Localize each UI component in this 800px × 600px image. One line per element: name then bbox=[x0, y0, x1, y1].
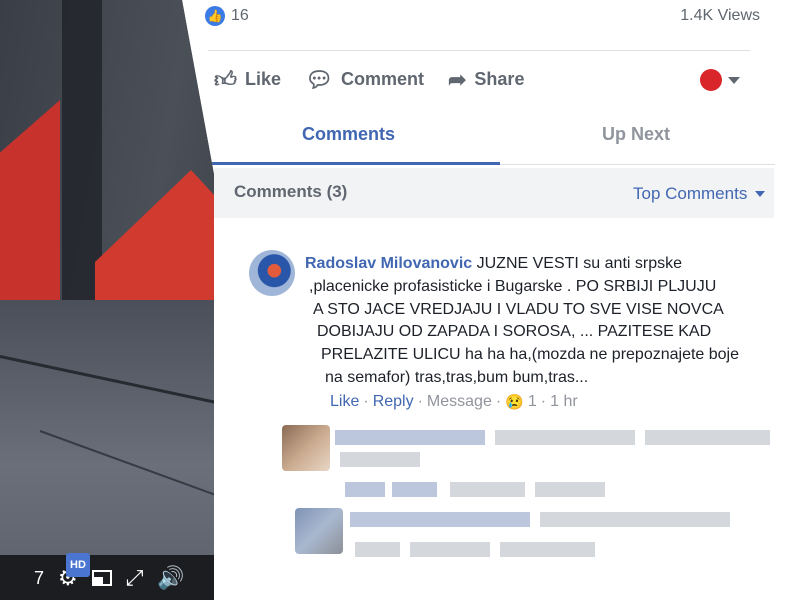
like-label: Like bbox=[245, 69, 282, 89]
comment-line: DOBIJAJU OD ZAPADA I SOROSA, ... PAZITES… bbox=[317, 323, 712, 340]
comment-line: A STO JACE VREDJAJU I VLADU TO SVE VISE … bbox=[313, 301, 724, 318]
comments-count: Comments (3) bbox=[234, 182, 348, 201]
comment-line: na semafor) tras,tras,bum bum,tras... bbox=[325, 369, 589, 386]
chevron-down-icon bbox=[755, 191, 766, 197]
page-selector[interactable] bbox=[700, 69, 740, 91]
blurred-text bbox=[500, 542, 595, 557]
comment-author[interactable]: Radoslav Milovanovic bbox=[305, 255, 472, 272]
blurred-text bbox=[340, 452, 420, 467]
blurred-text bbox=[355, 542, 400, 557]
separator: · bbox=[417, 393, 423, 410]
blurred-text bbox=[495, 430, 635, 445]
share-label: Share bbox=[474, 69, 525, 89]
settings-icon[interactable]: ⚙ HD bbox=[58, 552, 90, 589]
avatar[interactable] bbox=[249, 250, 295, 296]
chevron-down-icon bbox=[728, 76, 740, 84]
share-arrow-icon: ➦ bbox=[447, 66, 467, 92]
comment-label: Comment bbox=[340, 69, 424, 89]
comment-text: JUZNE VESTI su anti srpske bbox=[476, 255, 683, 272]
volume-icon[interactable]: 🔊 bbox=[157, 566, 184, 589]
avatar bbox=[282, 425, 330, 471]
blurred-text bbox=[450, 482, 525, 497]
avatar bbox=[295, 508, 343, 554]
pip-icon[interactable] bbox=[91, 569, 112, 586]
comment-like-link[interactable]: Like bbox=[330, 393, 359, 411]
comment-reply-link[interactable]: Reply bbox=[373, 393, 414, 411]
comment-time: 1 hr bbox=[550, 393, 578, 410]
action-bar: 👍︎ Like 💬︎ Comment ➦ Share bbox=[214, 66, 524, 93]
tab-up-next[interactable]: Up Next bbox=[602, 124, 670, 145]
thumbs-up-icon: 👍 bbox=[205, 6, 225, 26]
blurred-text bbox=[335, 430, 485, 445]
likes-summary[interactable]: 👍 16 bbox=[205, 6, 249, 26]
blurred-text bbox=[410, 542, 490, 557]
thumbs-up-icon: 👍︎ bbox=[214, 67, 237, 92]
separator: · bbox=[495, 393, 502, 410]
active-tab-indicator bbox=[212, 162, 500, 165]
blurred-text bbox=[350, 512, 530, 527]
blurred-text bbox=[535, 482, 605, 497]
comment-button[interactable]: 💬︎ Comment bbox=[305, 67, 424, 93]
progress-icon: 7 bbox=[34, 567, 45, 588]
speech-bubble-icon: 💬︎ bbox=[305, 66, 333, 92]
hd-badge: HD bbox=[66, 552, 90, 577]
sort-dropdown[interactable]: Top Comments bbox=[633, 184, 766, 204]
blurred-text bbox=[345, 482, 385, 497]
like-button[interactable]: 👍︎ Like bbox=[214, 66, 281, 93]
comment-line: ,placenicke profasisticke i Bugarske . P… bbox=[309, 278, 717, 295]
tab-bar: Comments Up Next bbox=[212, 112, 775, 166]
tab-comments[interactable]: Comments bbox=[302, 124, 395, 145]
sad-reaction-icon[interactable]: 😢 bbox=[505, 393, 524, 411]
reaction-count: 1 bbox=[527, 393, 537, 410]
blurred-text bbox=[645, 430, 770, 445]
blurred-text bbox=[392, 482, 437, 497]
divider bbox=[208, 50, 750, 51]
views-count: 1.4K Views bbox=[680, 7, 760, 24]
comment-line: PRELAZITE ULICU ha ha ha,(mozda ne prepo… bbox=[321, 346, 740, 363]
blurred-text bbox=[540, 512, 730, 527]
page-avatar bbox=[700, 69, 722, 91]
sort-label: Top Comments bbox=[633, 184, 748, 203]
likes-count: 16 bbox=[231, 7, 249, 24]
fullscreen-icon[interactable]: ⤢ bbox=[126, 566, 144, 589]
comment-meta: Like · Reply · Message · 😢 1 · 1 hr bbox=[330, 393, 578, 411]
comment-line: Radoslav Milovanovic JUZNE VESTI su anti… bbox=[305, 255, 682, 273]
separator: · bbox=[540, 393, 547, 410]
share-button[interactable]: ➦ Share bbox=[448, 67, 524, 93]
comment-message-link[interactable]: Message bbox=[427, 393, 492, 411]
separator: · bbox=[363, 393, 369, 410]
